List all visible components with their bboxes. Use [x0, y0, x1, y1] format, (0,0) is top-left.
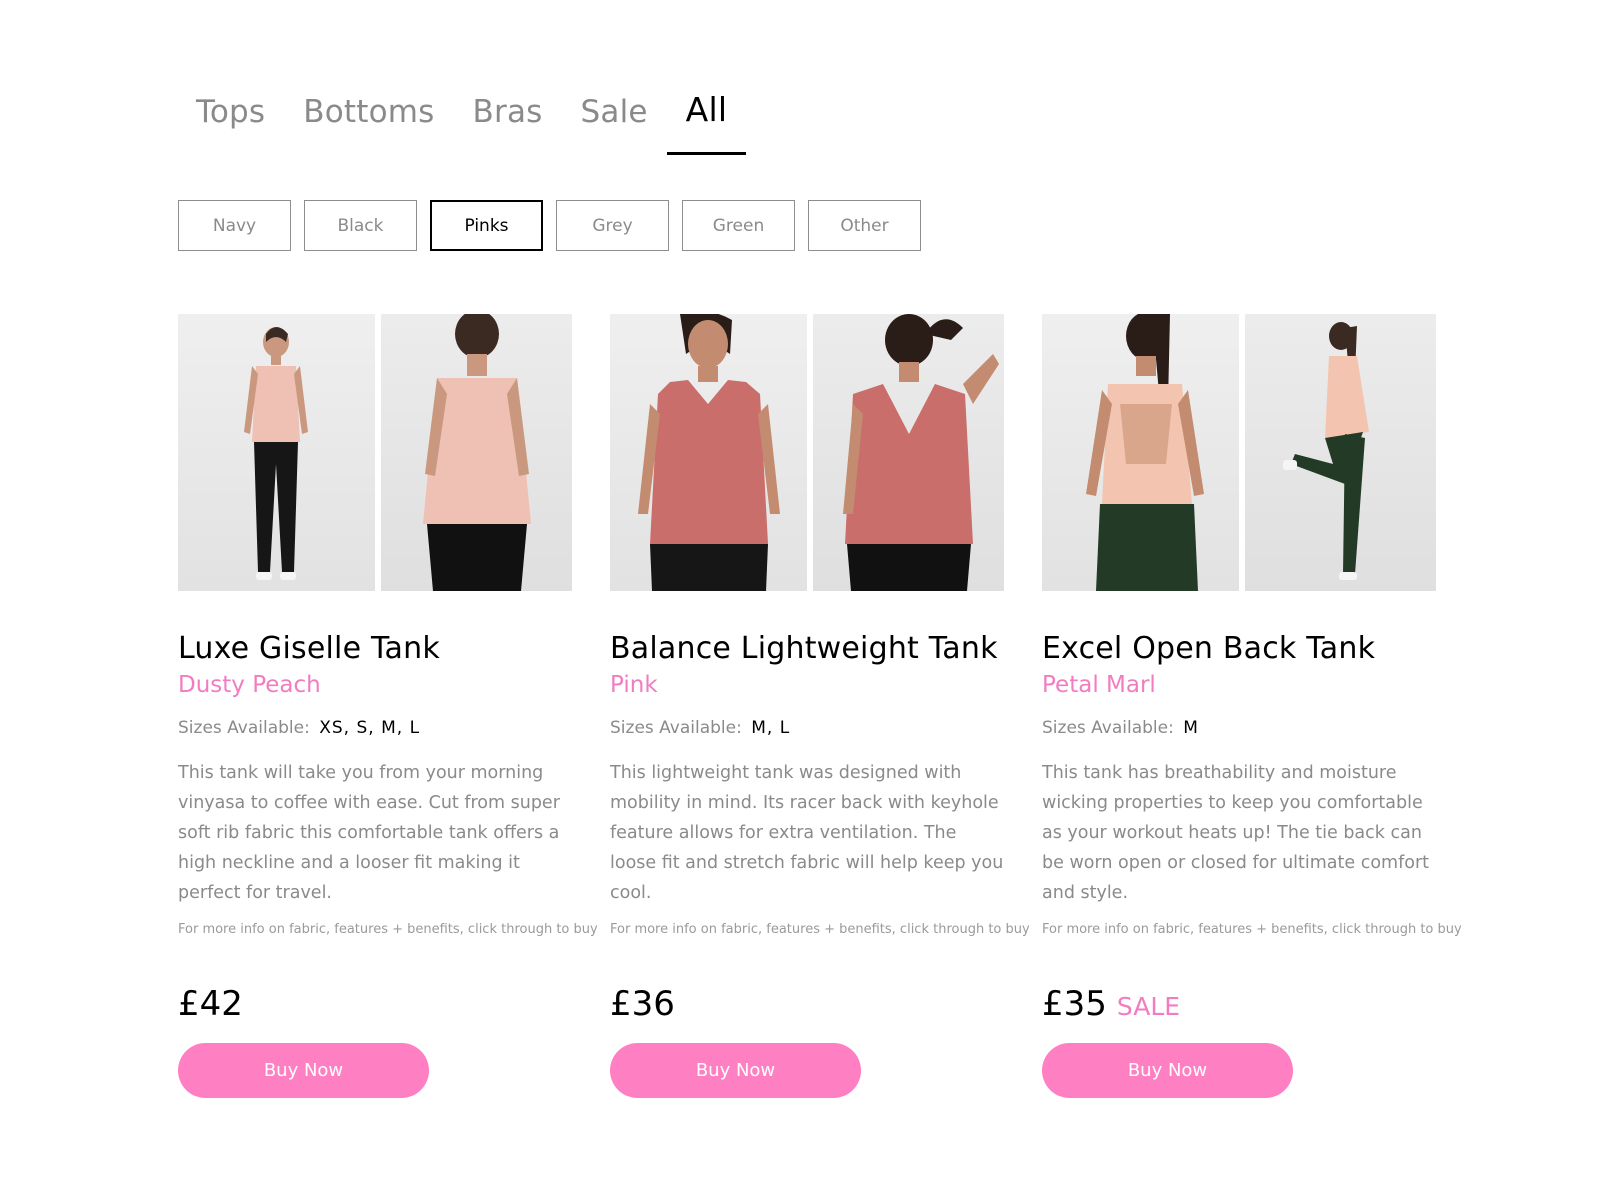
buy-now-button[interactable]: Buy Now	[1042, 1043, 1293, 1098]
sizes-available: Sizes Available: M	[1042, 718, 1436, 738]
filter-grey[interactable]: Grey	[556, 200, 669, 251]
sizes-values: M, L	[751, 718, 791, 738]
product-name[interactable]: Excel Open Back Tank	[1042, 631, 1436, 666]
tab-bras[interactable]: Bras	[454, 94, 562, 156]
price-row: £42	[178, 984, 253, 1024]
sizes-label: Sizes Available:	[178, 718, 310, 738]
more-info-text: For more info on fabric, features + bene…	[178, 922, 598, 937]
product-name[interactable]: Balance Lightweight Tank	[610, 631, 1004, 666]
product-images	[1042, 314, 1436, 591]
product-description: This tank will take you from your mornin…	[178, 763, 560, 903]
tab-bottoms[interactable]: Bottoms	[284, 94, 453, 156]
shop-page: Tops Bottoms Bras Sale All Navy Black Pi…	[0, 0, 1600, 1200]
model-back-photo[interactable]	[813, 314, 1004, 591]
product-price: £36	[610, 984, 675, 1024]
product-card: Excel Open Back Tank Petal Marl Sizes Av…	[1042, 314, 1462, 1114]
product-color: Petal Marl	[1042, 672, 1156, 698]
sizes-label: Sizes Available:	[1042, 718, 1174, 738]
sale-badge: SALE	[1116, 992, 1181, 1021]
model-back-photo[interactable]	[1042, 314, 1239, 591]
filter-green[interactable]: Green	[682, 200, 795, 251]
model-side-photo[interactable]	[1245, 314, 1436, 591]
product-description: This lightweight tank was designed with …	[610, 763, 1004, 903]
product-color: Pink	[610, 672, 658, 698]
product-name[interactable]: Luxe Giselle Tank	[178, 631, 572, 666]
sizes-available: Sizes Available: M, L	[610, 718, 1004, 738]
sizes-label: Sizes Available:	[610, 718, 742, 738]
filter-other[interactable]: Other	[808, 200, 921, 251]
product-description: This tank has breathability and moisture…	[1042, 763, 1430, 903]
price-row: £35 SALE	[1042, 984, 1180, 1024]
filter-pinks[interactable]: Pinks	[430, 200, 543, 251]
tab-all[interactable]: All	[666, 90, 747, 155]
category-tabs: Tops Bottoms Bras Sale All	[177, 90, 746, 159]
sizes-values: XS, S, M, L	[319, 718, 421, 738]
buy-now-button[interactable]: Buy Now	[610, 1043, 861, 1098]
tab-sale[interactable]: Sale	[562, 94, 667, 156]
model-front-photo[interactable]	[610, 314, 807, 591]
model-front-photo[interactable]	[178, 314, 375, 591]
tab-tops[interactable]: Tops	[177, 94, 284, 156]
more-info-text: For more info on fabric, features + bene…	[1042, 922, 1462, 937]
sizes-available: Sizes Available: XS, S, M, L	[178, 718, 572, 738]
product-card: Balance Lightweight Tank Pink Sizes Avai…	[610, 314, 1030, 1114]
more-info-text: For more info on fabric, features + bene…	[610, 922, 1030, 937]
product-color: Dusty Peach	[178, 672, 321, 698]
filter-black[interactable]: Black	[304, 200, 417, 251]
sizes-values: M	[1183, 718, 1199, 738]
color-filters: Navy Black Pinks Grey Green Other	[178, 200, 921, 251]
buy-now-button[interactable]: Buy Now	[178, 1043, 429, 1098]
product-grid: Luxe Giselle Tank Dusty Peach Sizes Avai…	[178, 314, 1462, 1114]
product-card: Luxe Giselle Tank Dusty Peach Sizes Avai…	[178, 314, 598, 1114]
product-price: £42	[178, 984, 243, 1024]
filter-navy[interactable]: Navy	[178, 200, 291, 251]
model-back-photo[interactable]	[381, 314, 572, 591]
price-row: £36	[610, 984, 685, 1024]
product-images	[178, 314, 572, 591]
product-price: £35	[1042, 984, 1107, 1024]
product-images	[610, 314, 1004, 591]
